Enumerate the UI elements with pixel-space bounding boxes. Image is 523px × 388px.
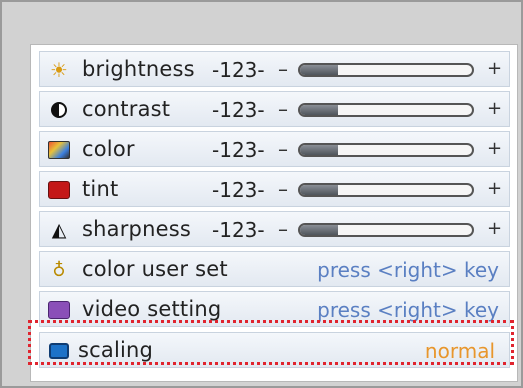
menu-row-color-user-set[interactable]: ♁ color user set press <right> key: [39, 251, 510, 287]
menu-row-tint[interactable]: tint -123- – +: [39, 171, 510, 207]
menu-row-sharpness[interactable]: ◭ sharpness -123- – +: [39, 211, 510, 247]
row-value: -123-: [212, 138, 265, 162]
tint-slider[interactable]: [298, 183, 474, 197]
slider-fill: [300, 185, 338, 195]
contrast-icon: [48, 100, 70, 120]
menu-row-scaling[interactable]: scaling normal: [39, 332, 510, 368]
increase-button[interactable]: +: [487, 138, 502, 159]
video-setting-icon: [48, 300, 70, 320]
slider-fill: [300, 105, 338, 115]
menu-row-video-setting[interactable]: video setting press <right> key: [39, 291, 510, 327]
row-label: color: [82, 137, 135, 161]
slider-fill: [300, 145, 338, 155]
sun-icon: ☀: [50, 58, 68, 82]
row-action-hint: press <right> key: [317, 298, 499, 322]
decrease-button[interactable]: –: [278, 137, 288, 161]
color-user-set-icon: ♁: [52, 259, 66, 281]
color-icon: [48, 140, 70, 160]
row-value: -123-: [212, 218, 265, 242]
decrease-button[interactable]: –: [278, 217, 288, 241]
row-label: brightness: [82, 57, 195, 81]
decrease-button[interactable]: –: [278, 177, 288, 201]
row-value: -123-: [212, 58, 265, 82]
row-label: sharpness: [82, 217, 191, 241]
slider-fill: [300, 225, 338, 235]
menu-row-contrast[interactable]: contrast -123- – +: [39, 91, 510, 127]
scaling-icon: [48, 341, 70, 361]
menu-row-color[interactable]: color -123- – +: [39, 131, 510, 167]
menu-row-brightness[interactable]: ☀ brightness -123- – +: [39, 51, 510, 87]
tint-icon: [48, 180, 70, 200]
sharpness-icon: ◭: [51, 219, 67, 241]
row-label: tint: [82, 177, 119, 201]
picture-settings-menu: ☀ brightness -123- – + contrast -123- – …: [30, 44, 518, 382]
decrease-button[interactable]: –: [278, 57, 288, 81]
slider-fill: [300, 65, 338, 75]
row-label: color user set: [82, 257, 228, 281]
row-label: contrast: [82, 97, 171, 121]
row-status: normal: [424, 339, 495, 363]
decrease-button[interactable]: –: [278, 97, 288, 121]
increase-button[interactable]: +: [487, 178, 502, 199]
row-value: -123-: [212, 98, 265, 122]
row-value: -123-: [212, 178, 265, 202]
increase-button[interactable]: +: [487, 98, 502, 119]
increase-button[interactable]: +: [487, 218, 502, 239]
row-action-hint: press <right> key: [317, 258, 499, 282]
row-label: scaling: [78, 338, 154, 362]
increase-button[interactable]: +: [487, 58, 502, 79]
row-label: video setting: [82, 297, 222, 321]
contrast-slider[interactable]: [298, 103, 474, 117]
brightness-slider[interactable]: [298, 63, 474, 77]
color-slider[interactable]: [298, 143, 474, 157]
sharpness-slider[interactable]: [298, 223, 474, 237]
